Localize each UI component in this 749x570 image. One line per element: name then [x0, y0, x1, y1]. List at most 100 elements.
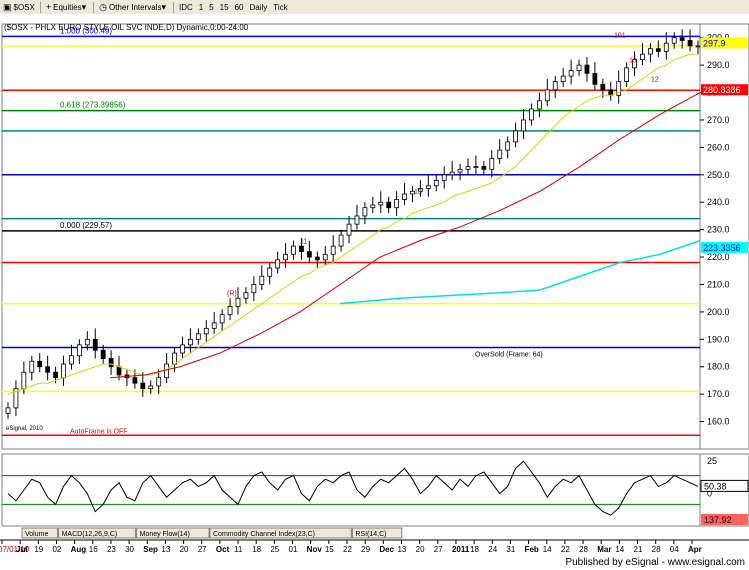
x-tick-label: Nov: [307, 545, 323, 554]
x-tick-label: Feb: [525, 545, 539, 554]
interval-button[interactable]: 60: [232, 0, 247, 14]
intervals-dropdown[interactable]: ◷ Other Intervals ▾: [96, 0, 171, 14]
x-tick-label: 14: [615, 545, 624, 554]
candle-body: [648, 48, 653, 55]
candle-body: [211, 322, 217, 329]
price-label: 223.3356: [703, 243, 741, 253]
candle-body: [69, 355, 74, 365]
candle-body: [489, 157, 495, 170]
x-tick-label: 13: [161, 545, 170, 554]
rsi-bottom-value: 137.92: [704, 515, 732, 525]
y-tick-label: 240.0: [707, 197, 730, 207]
interval-buttons: IDC 1 5 15 60 Daily Tick: [176, 0, 291, 14]
x-tick-label: 27: [198, 545, 207, 554]
rsi-current-value: 50.38: [704, 481, 727, 491]
interval-button[interactable]: Tick: [270, 0, 290, 14]
candle-body: [172, 352, 177, 365]
interval-button[interactable]: 15: [217, 0, 232, 14]
rsi-tick-label: 25: [707, 456, 717, 466]
candle-body: [671, 37, 677, 44]
candle-body: [624, 67, 630, 82]
symbol-field[interactable]: ▣ $OSX: [0, 0, 38, 14]
candle-body: [100, 349, 106, 359]
rsi-frame: [1, 453, 701, 527]
x-tick-label: 28: [579, 545, 588, 554]
x-tick-label: 25: [270, 545, 279, 554]
x-tick-label: 31: [506, 545, 515, 554]
interval-button[interactable]: IDC: [176, 0, 196, 14]
chevron-down-icon: ▾: [161, 2, 166, 12]
candle-body: [457, 168, 463, 173]
interval-button[interactable]: Daily: [246, 0, 270, 14]
candle-body: [600, 83, 606, 91]
footer: Published by eSignal - www.esignal.com: [0, 555, 749, 570]
candle-body: [306, 251, 312, 258]
candle-body: [505, 141, 511, 151]
x-tick-label: 04: [670, 545, 679, 554]
y-tick-label: 210.0: [707, 279, 730, 289]
toolbar-divider: [93, 1, 95, 13]
candle-body: [362, 207, 368, 217]
candle-body: [140, 382, 146, 390]
candle-body: [370, 204, 376, 209]
x-tick-label: 28: [652, 545, 661, 554]
toolbar-divider: [172, 1, 174, 13]
candle-body: [473, 166, 479, 168]
candle-body: [425, 185, 431, 189]
y-tick-label: 250.0: [707, 170, 730, 180]
category-dropdown[interactable]: + Equities ▾: [43, 0, 91, 14]
x-tick-label: 27: [434, 545, 443, 554]
chart-title: ($OSX - PHLX EURO STYLE OIL SVC INDE,D) …: [4, 23, 249, 32]
candle-body: [544, 89, 550, 102]
x-tick-label: 20: [416, 545, 425, 554]
y-tick-label: 190.0: [707, 334, 730, 344]
candle-body: [283, 253, 288, 261]
y-tick-label: 180.0: [707, 362, 730, 372]
candle-body: [663, 42, 669, 52]
candle-body: [219, 314, 225, 324]
y-tick-label: 220.0: [707, 252, 730, 262]
category-label: Equities: [53, 2, 82, 12]
price-label: 297.9: [703, 38, 726, 48]
candle-body: [299, 245, 304, 252]
plus-icon: +: [45, 2, 52, 12]
rsi-indicator-panel: 25050.38137.92: [1, 453, 749, 527]
candle-body: [695, 45, 701, 48]
price-label: 280.8386: [703, 85, 741, 95]
copyright-label: eSignal, 2010: [6, 426, 43, 432]
indicator-tabs: Volume MACD(12,26,9,C) Money Flow(14) Commo…: [21, 527, 403, 539]
candle-body: [84, 338, 90, 346]
x-tick-label: 14: [543, 545, 552, 554]
candle-body: [243, 292, 249, 299]
interval-button[interactable]: 5: [206, 0, 216, 14]
candle-body: [92, 338, 98, 351]
y-tick-label: 270.0: [707, 115, 730, 125]
y-tick-label: 170.0: [707, 389, 730, 399]
autoframe-label: AutoFrame is OFF: [70, 428, 128, 435]
x-tick-label: Oct: [216, 545, 230, 554]
candle-body: [61, 363, 66, 379]
candle-body: [259, 275, 265, 285]
candle-body: [330, 245, 336, 255]
candle-body: [441, 174, 447, 181]
candle-body: [576, 64, 582, 72]
candle-body: [180, 344, 185, 354]
candle-body: [45, 366, 51, 373]
indicator-tab-label: Volume: [25, 531, 48, 538]
candle-body: [354, 215, 360, 225]
candle-body: [108, 358, 114, 368]
y-tick-label: 200.0: [707, 307, 730, 317]
interval-button[interactable]: 1: [196, 0, 206, 14]
candle-body: [687, 40, 693, 47]
level-label: 0.000 (229.57): [60, 221, 112, 230]
candle-body: [338, 234, 344, 247]
candle-body: [5, 407, 11, 414]
chart-canvas[interactable]: 160.0170.0180.0190.0200.0210.0220.0230.0…: [0, 14, 749, 555]
candle-body: [402, 193, 407, 200]
oversold-label: OverSold (Frame: 64): [475, 352, 543, 359]
y-tick-label: 290.0: [707, 60, 730, 70]
candle-body: [116, 366, 122, 376]
level-label: 0.618 (273.39856): [60, 101, 126, 110]
x-tick-label: 20: [180, 545, 189, 554]
candle-body: [481, 166, 487, 170]
